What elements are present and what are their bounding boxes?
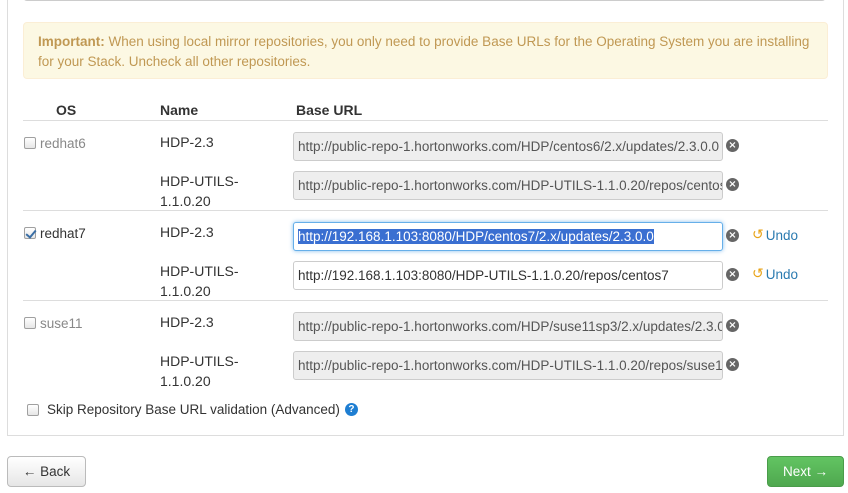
- base-url-input[interactable]: http://public-repo-1.hortonworks.com/HDP…: [293, 312, 723, 341]
- important-alert: Important: When using local mirror repos…: [23, 22, 828, 79]
- table-header-divider: [23, 120, 828, 121]
- remove-icon[interactable]: ×: [726, 319, 739, 332]
- base-url-input[interactable]: http://public-repo-1.hortonworks.com/HDP…: [293, 132, 723, 161]
- remove-icon[interactable]: ×: [726, 358, 739, 371]
- alert-strong: Important:: [38, 34, 105, 49]
- repo-name: HDP-2.3: [160, 134, 214, 150]
- os-row-redhat7: redhat7: [24, 223, 86, 243]
- base-url-input[interactable]: http://public-repo-1.hortonworks.com/HDP…: [293, 351, 723, 380]
- selected-url-text: http://192.168.1.103:8080/HDP/centos7/2.…: [298, 229, 654, 244]
- undo-label: Undo: [765, 227, 799, 243]
- remove-icon[interactable]: ×: [726, 268, 739, 281]
- os-label: redhat7: [40, 225, 86, 241]
- row-divider: [23, 300, 828, 301]
- row-divider: [23, 210, 828, 211]
- next-button[interactable]: Next →: [767, 456, 844, 487]
- os-checkbox-redhat6[interactable]: [24, 137, 36, 149]
- help-icon[interactable]: ?: [344, 403, 358, 416]
- os-label: redhat6: [40, 135, 86, 151]
- base-url-input-focused[interactable]: http://192.168.1.103:8080/HDP/centos7/2.…: [293, 222, 723, 251]
- os-checkbox-suse11[interactable]: [24, 317, 36, 329]
- alert-text: When using local mirror repositories, yo…: [38, 34, 810, 69]
- repo-name: HDP-2.3: [160, 314, 214, 330]
- skip-validation-label: Skip Repository Base URL validation (Adv…: [47, 402, 340, 417]
- header-name: Name: [160, 102, 199, 118]
- undo-link[interactable]: ↺ Undo: [752, 227, 798, 243]
- header-base-url: Base URL: [296, 102, 363, 118]
- undo-label: Undo: [765, 266, 799, 282]
- previous-section-edge: [23, 0, 826, 1]
- repo-name: HDP-UTILS-1.1.0.20: [160, 173, 239, 209]
- header-os: OS: [56, 102, 77, 118]
- repo-name: HDP-UTILS-1.1.0.20: [160, 353, 239, 389]
- remove-icon[interactable]: ×: [726, 229, 739, 242]
- undo-icon: ↺: [752, 227, 764, 243]
- repo-name: HDP-2.3: [160, 224, 214, 240]
- skip-validation-checkbox[interactable]: [27, 403, 39, 416]
- os-checkbox-redhat7[interactable]: [24, 227, 36, 239]
- base-url-input[interactable]: http://192.168.1.103:8080/HDP-UTILS-1.1.…: [293, 261, 723, 290]
- base-url-input[interactable]: http://public-repo-1.hortonworks.com/HDP…: [293, 171, 723, 200]
- undo-link[interactable]: ↺ Undo: [752, 266, 798, 282]
- remove-icon[interactable]: ×: [726, 178, 739, 191]
- remove-icon[interactable]: ×: [726, 139, 739, 152]
- skip-validation-row: Skip Repository Base URL validation (Adv…: [27, 402, 358, 417]
- undo-icon: ↺: [752, 266, 764, 282]
- os-label: suse11: [40, 315, 83, 331]
- repo-name: HDP-UTILS-1.1.0.20: [160, 263, 239, 299]
- os-row-suse11: suse11: [24, 313, 83, 333]
- back-button[interactable]: ← Back: [7, 456, 86, 487]
- os-row-redhat6: redhat6: [24, 133, 86, 153]
